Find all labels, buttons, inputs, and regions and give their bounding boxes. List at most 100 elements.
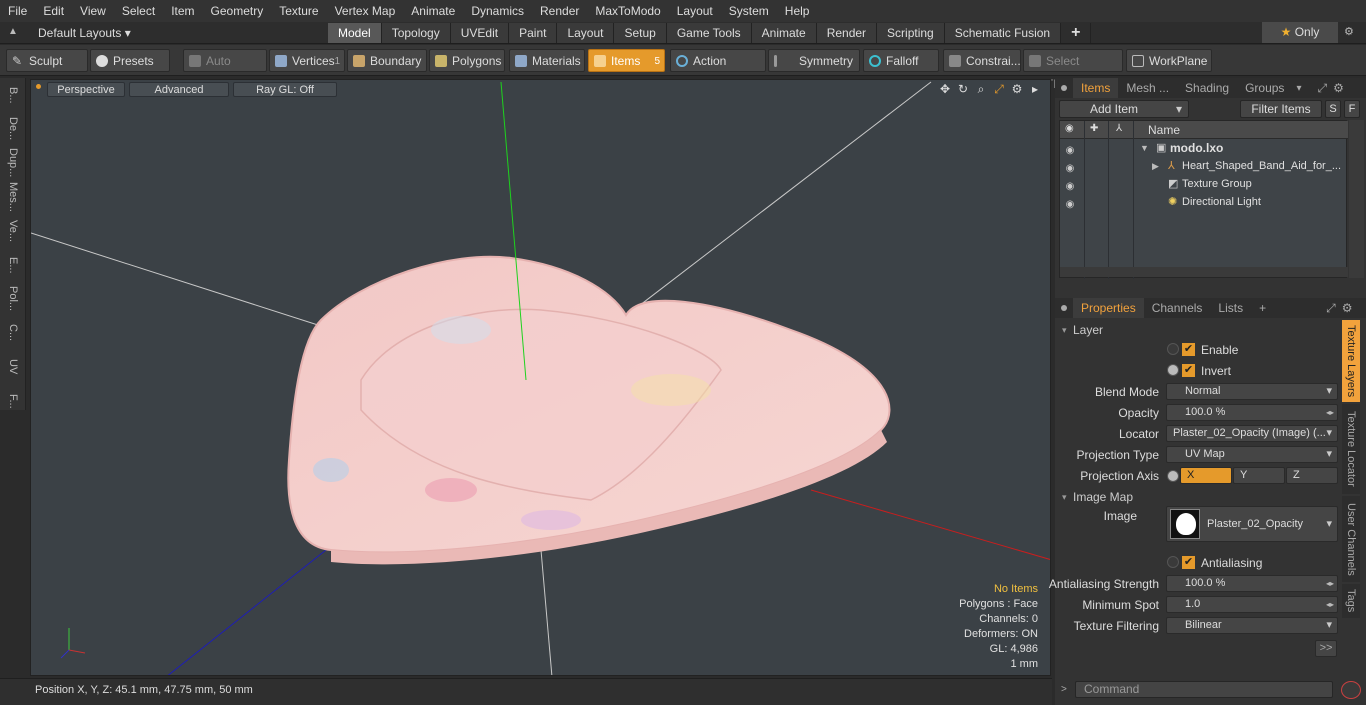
viewport-dot-icon[interactable] (36, 84, 41, 89)
aa-strength-field[interactable]: 100.0 % ◂▸ (1166, 575, 1338, 592)
spin-icon[interactable]: ◂▸ (1325, 598, 1335, 611)
fit-view-icon[interactable]: ⤢ (992, 82, 1006, 96)
panel-dot-icon[interactable] (1061, 85, 1067, 91)
add-tab-button[interactable]: + (1061, 23, 1092, 43)
props-gear-icon[interactable]: ⚙ (1342, 301, 1353, 315)
select-through-button[interactable]: Select Through (1023, 49, 1123, 91)
tab-shading[interactable]: Shading (1177, 78, 1237, 98)
locator-dropdown[interactable]: Plaster_02_Opacity (Image) (... (1166, 425, 1338, 442)
tree-row-texture-group[interactable]: ◉ ◩ Texture Group (1060, 175, 1348, 193)
menu-view[interactable]: View (72, 0, 114, 22)
polygons-button[interactable]: Polygons (429, 49, 505, 72)
tab-texture-layers[interactable]: Texture Layers (1342, 320, 1360, 402)
enable-radio[interactable] (1167, 343, 1179, 355)
action-center-button[interactable]: Action Center (670, 49, 766, 91)
collapse-icon[interactable]: ▼ (1140, 139, 1149, 157)
tree-row-directional-light[interactable]: ◉ ✺ Directional Light (1060, 193, 1348, 211)
eye-icon[interactable]: ◉ (1064, 142, 1076, 156)
tab-properties[interactable]: Properties (1073, 298, 1144, 318)
menu-dynamics[interactable]: Dynamics (463, 0, 532, 22)
invert-checkbox[interactable]: ✔ (1181, 363, 1196, 378)
axis-z-button[interactable]: Z (1286, 467, 1338, 484)
add-tab-icon[interactable]: + (1259, 301, 1266, 315)
left-tab-polygon[interactable]: Pol... (0, 282, 26, 316)
s-button[interactable]: S (1325, 100, 1341, 118)
tab-texture-locator[interactable]: Texture Locator (1342, 404, 1360, 494)
viewport-more-icon[interactable]: ▸ (1028, 82, 1042, 96)
perspective-button[interactable]: Perspective (47, 82, 125, 97)
left-tab-edge[interactable]: E... (0, 248, 26, 282)
boundary-button[interactable]: Boundary (347, 49, 427, 72)
left-tab-uv[interactable]: UV (0, 350, 26, 384)
rotate-view-icon[interactable]: ↻ (956, 82, 970, 96)
only-button[interactable]: ★ Only (1262, 22, 1338, 43)
filter-items-button[interactable]: Filter Items (1240, 100, 1322, 118)
tab-game-tools[interactable]: Game Tools (666, 23, 752, 43)
left-tab-b[interactable]: B... (0, 78, 26, 112)
tab-scripting[interactable]: Scripting (877, 23, 945, 43)
axis-radio[interactable] (1167, 470, 1179, 482)
vertices-button[interactable]: Vertices 1 (269, 49, 345, 72)
advanced-button[interactable]: Advanced (129, 82, 229, 97)
menu-system[interactable]: System (721, 0, 777, 22)
auto-select-button[interactable]: Auto Select (183, 49, 267, 91)
antialiasing-checkbox[interactable]: ✔ (1181, 555, 1196, 570)
lock-header-icon[interactable]: ✚ (1090, 123, 1098, 134)
menu-vertex-map[interactable]: Vertex Map (327, 0, 404, 22)
menu-render[interactable]: Render (532, 0, 587, 22)
menu-geometry[interactable]: Geometry (203, 0, 272, 22)
more-button[interactable]: >> (1315, 640, 1337, 657)
tab-schematic-fusion[interactable]: Schematic Fusion (944, 23, 1062, 43)
3d-viewport[interactable]: Perspective Advanced Ray GL: Off ✥ ↻ ⌕ ⤢… (30, 79, 1051, 676)
up-arrow-icon[interactable]: ▲ (8, 26, 20, 38)
expand-row-icon[interactable]: ▶ (1152, 157, 1159, 175)
layer-section-header[interactable]: Layer (1059, 321, 1339, 339)
min-spot-field[interactable]: 1.0 ◂▸ (1166, 596, 1338, 613)
opacity-field[interactable]: 100.0 % ◂▸ (1166, 404, 1338, 421)
antialiasing-radio[interactable] (1167, 556, 1179, 568)
command-arrow-icon[interactable]: > (1061, 684, 1067, 695)
tree-scrollbar[interactable] (1060, 267, 1348, 277)
left-tab-curve[interactable]: C... (0, 316, 26, 350)
enable-checkbox[interactable]: ✔ (1181, 342, 1196, 357)
move-view-icon[interactable]: ✥ (938, 82, 952, 96)
f-button[interactable]: F (1344, 100, 1360, 118)
sculpt-button[interactable]: ✎ Sculpt (6, 49, 88, 72)
eye-icon[interactable]: ◉ (1064, 196, 1076, 210)
constraints-button[interactable]: Constrai... (943, 49, 1021, 72)
tree-row-modo-lxo[interactable]: ◉ ▼ ▣ modo.lxo (1060, 139, 1348, 157)
add-item-button[interactable]: Add Item ▾ (1059, 100, 1189, 118)
tab-channels[interactable]: Channels (1144, 298, 1211, 318)
menu-layout[interactable]: Layout (669, 0, 721, 22)
eye-icon[interactable]: ◉ (1064, 178, 1076, 192)
tab-tags[interactable]: Tags (1342, 584, 1360, 618)
menu-maxtomodo[interactable]: MaxToModo (587, 0, 668, 22)
tab-paint[interactable]: Paint (509, 23, 558, 43)
raygl-button[interactable]: Ray GL: Off (233, 82, 337, 97)
visibility-header-icon[interactable]: ◉ (1065, 123, 1074, 134)
falloff-button[interactable]: Falloff (863, 49, 939, 72)
menu-texture[interactable]: Texture (271, 0, 326, 22)
tab-lists[interactable]: Lists (1210, 298, 1251, 318)
tab-render[interactable]: Render (816, 23, 878, 43)
left-tab-mesh[interactable]: Mes... (0, 180, 26, 214)
default-layouts-dropdown[interactable]: Default Layouts ▾ (28, 22, 131, 44)
spin-icon[interactable]: ◂▸ (1325, 406, 1335, 419)
spin-icon[interactable]: ◂▸ (1325, 577, 1335, 590)
zoom-view-icon[interactable]: ⌕ (974, 82, 988, 96)
gear-icon[interactable]: ⚙ (1344, 25, 1354, 38)
menu-edit[interactable]: Edit (35, 0, 72, 22)
workplane-button[interactable]: WorkPlane (1126, 49, 1212, 72)
axis-header-icon[interactable]: ⅄ (1116, 123, 1122, 134)
items-button[interactable]: Items 5 (588, 49, 665, 72)
materials-button[interactable]: Materials (509, 49, 585, 72)
tabs-dropdown-icon[interactable]: ▾ (1296, 83, 1301, 94)
tab-items[interactable]: Items (1073, 78, 1119, 98)
left-tab-vertex[interactable]: Ve... (0, 214, 26, 248)
panel-dot-icon[interactable] (1061, 305, 1067, 311)
viewport-gear-icon[interactable]: ⚙ (1010, 82, 1024, 96)
tab-layout[interactable]: Layout (557, 23, 615, 43)
tree-vertical-scrollbar[interactable] (1349, 120, 1364, 278)
symmetry-button[interactable]: Symmetry (768, 49, 860, 72)
tab-mesh[interactable]: Mesh ... (1118, 78, 1177, 98)
